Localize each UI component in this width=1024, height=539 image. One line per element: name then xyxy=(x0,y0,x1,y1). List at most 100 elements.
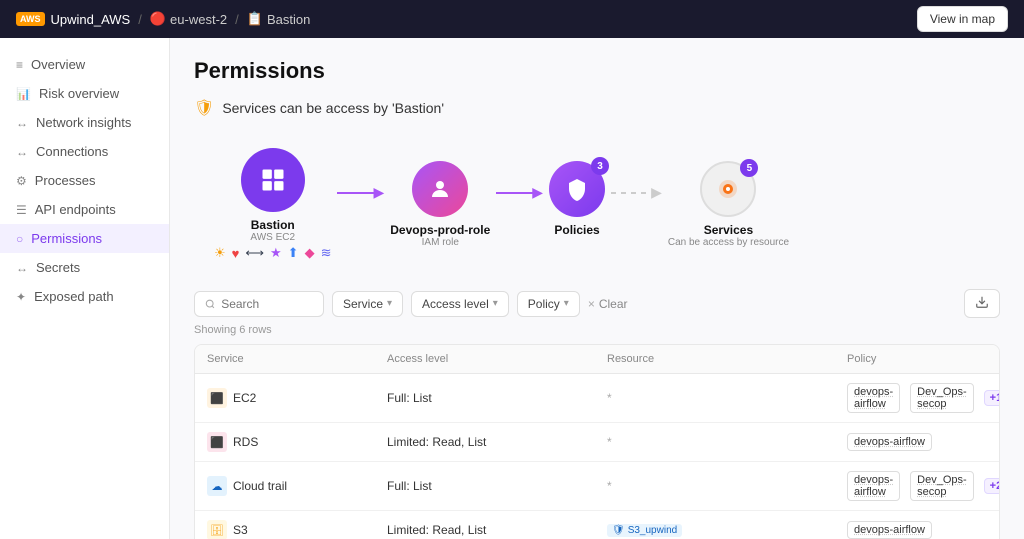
search-wrap[interactable] xyxy=(194,291,324,317)
policies-circle[interactable]: 3 xyxy=(549,161,605,217)
policy-filter-button[interactable]: Policy ▾ xyxy=(517,291,580,317)
policy-tag-2[interactable]: Dev_Ops-secop xyxy=(910,383,974,413)
access-level-cell: Limited: Read, List xyxy=(387,523,607,537)
page-breadcrumb-label: Bastion xyxy=(267,12,310,27)
search-icon xyxy=(205,298,215,310)
service-cell: 🗄 S3 xyxy=(207,520,387,539)
sidebar-item-permissions[interactable]: ○ Permissions xyxy=(0,224,169,253)
policy-cell: devops-airflow xyxy=(847,521,987,539)
access-level-chevron-icon: ▾ xyxy=(493,298,498,309)
clear-label: Clear xyxy=(599,297,628,311)
sidebar-item-risk-overview[interactable]: 📊 Risk overview xyxy=(0,79,169,108)
access-level-filter-button[interactable]: Access level ▾ xyxy=(411,291,509,317)
region-label: eu-west-2 xyxy=(170,12,227,27)
risk-overview-icon: 📊 xyxy=(16,87,31,101)
s3-resource-badge: 🛡 S3_upwind xyxy=(607,524,682,537)
access-level-filter-label: Access level xyxy=(422,297,489,311)
aws-logo: AWS xyxy=(16,12,45,26)
sidebar-item-connections[interactable]: ↔ Connections xyxy=(0,137,169,166)
breadcrumb-sep-1: / xyxy=(138,12,142,27)
breadcrumb-region: 🔴 eu-west-2 xyxy=(150,11,227,27)
table-row: ⬛ RDS Limited: Read, List * devops-airfl… xyxy=(195,423,999,462)
connections-icon: ↔ xyxy=(16,145,28,159)
download-button[interactable] xyxy=(964,289,1000,318)
bastion-label: Bastion xyxy=(251,218,295,232)
service-name: RDS xyxy=(233,435,258,449)
policy-cell: devops-airflow Dev_Ops-secop +1 xyxy=(847,383,1000,413)
clear-x-icon: × xyxy=(588,297,595,311)
bastion-circle[interactable] xyxy=(241,148,305,212)
download-icon xyxy=(975,295,989,309)
flow-line-2 xyxy=(496,192,536,194)
resource-cell: 🛡 S3_upwind xyxy=(607,524,847,537)
clear-button[interactable]: × Clear xyxy=(588,297,628,311)
service-filter-button[interactable]: Service ▾ xyxy=(332,291,403,317)
topbar: AWS Upwind_AWS / 🔴 eu-west-2 / 📋 Bastion… xyxy=(0,0,1024,38)
flow-line-dashed xyxy=(611,192,651,194)
sidebar-item-processes[interactable]: ⚙ Processes xyxy=(0,166,169,195)
resource-cell: * xyxy=(607,479,847,493)
bastion-sublabel: AWS EC2 xyxy=(250,232,295,243)
filter-bar: Service ▾ Access level ▾ Policy ▾ × Clea… xyxy=(194,289,1000,318)
flow-node-services: 5 Services Can be access by resource xyxy=(668,161,789,248)
sidebar-item-label: Network insights xyxy=(36,115,131,130)
icon-person: ⬆ xyxy=(288,245,299,261)
cloudtrail-icon: ☁ xyxy=(207,476,227,496)
policy-tag-1[interactable]: devops-airflow xyxy=(847,383,900,413)
services-banner: 🛡 Services can be access by 'Bastion' xyxy=(194,98,1000,118)
access-level-value: Full: List xyxy=(387,391,432,405)
devops-sublabel: IAM role xyxy=(422,237,459,248)
policy-count[interactable]: +1 xyxy=(984,390,1000,406)
policy-tag-1[interactable]: devops-airflow xyxy=(847,521,932,539)
permissions-table: Service Access level Resource Policy ⬛ E… xyxy=(194,344,1000,539)
services-circle[interactable]: 5 xyxy=(700,161,756,217)
search-input[interactable] xyxy=(221,297,313,311)
network-insights-icon: ↔ xyxy=(16,116,28,130)
services-sublabel: Can be access by resource xyxy=(668,237,789,248)
topbar-right: View in map xyxy=(917,6,1008,32)
arrow-head-2: ▶ xyxy=(532,184,543,201)
sidebar-item-secrets[interactable]: ↔ Secrets xyxy=(0,253,169,282)
flow-line-1 xyxy=(337,192,377,194)
service-cell: ⬛ RDS xyxy=(207,432,387,452)
policy-tag-1[interactable]: devops-airflow xyxy=(847,433,932,451)
sidebar-item-api-endpoints[interactable]: ☰ API endpoints xyxy=(0,195,169,224)
sidebar-item-label: Exposed path xyxy=(34,289,114,304)
app-container: AWS Upwind_AWS / 🔴 eu-west-2 / 📋 Bastion… xyxy=(0,0,1024,539)
devops-circle[interactable] xyxy=(412,161,468,217)
flow-diagram: Bastion AWS EC2 ☀ ♥ ⟷ ★ ⬆ ◆ ≋ ▶ xyxy=(194,138,1000,271)
policy-count[interactable]: +2 xyxy=(984,478,1000,494)
arrow-head-1: ▶ xyxy=(373,184,384,201)
access-level-cell: Full: List xyxy=(387,479,607,493)
policy-cell: devops-airflow Dev_Ops-secop +2 xyxy=(847,471,1000,501)
arrow-head-3: ▶ xyxy=(651,184,662,201)
s3-bucket-icon: 🛡 xyxy=(612,525,625,536)
sidebar-item-exposed-path[interactable]: ✦ Exposed path xyxy=(0,282,169,311)
policies-label: Policies xyxy=(554,223,599,237)
policy-tag-1[interactable]: devops-airflow xyxy=(847,471,900,501)
sidebar: ≡ Overview 📊 Risk overview ↔ Network ins… xyxy=(0,38,170,539)
policy-filter-label: Policy xyxy=(528,297,560,311)
sidebar-item-overview[interactable]: ≡ Overview xyxy=(0,50,169,79)
resource-asterisk: * xyxy=(607,479,612,493)
icon-wave: ≋ xyxy=(321,245,332,261)
bastion-node-icon xyxy=(259,166,287,194)
s3-icon: 🗄 xyxy=(207,520,227,539)
access-level-cell: Limited: Read, List xyxy=(387,435,607,449)
sidebar-item-network-insights[interactable]: ↔ Network insights xyxy=(0,108,169,137)
icon-sun: ☀ xyxy=(214,245,226,261)
icon-arrow: ⟷ xyxy=(245,245,264,261)
sidebar-item-label: Permissions xyxy=(31,231,102,246)
policy-tag-2[interactable]: Dev_Ops-secop xyxy=(910,471,974,501)
view-in-map-button[interactable]: View in map xyxy=(917,6,1008,32)
service-name: EC2 xyxy=(233,391,256,405)
table-row: 🗄 S3 Limited: Read, List 🛡 S3_upwind dev… xyxy=(195,511,999,539)
sidebar-item-label: Processes xyxy=(35,173,96,188)
resource-asterisk: * xyxy=(607,435,612,449)
service-name: S3 xyxy=(233,523,248,537)
service-filter-label: Service xyxy=(343,297,383,311)
resource-cell: * xyxy=(607,391,847,405)
policy-chevron-icon: ▾ xyxy=(564,298,569,309)
main-content: Permissions 🛡 Services can be access by … xyxy=(170,38,1024,539)
topbar-left: AWS Upwind_AWS / 🔴 eu-west-2 / 📋 Bastion xyxy=(16,11,310,27)
